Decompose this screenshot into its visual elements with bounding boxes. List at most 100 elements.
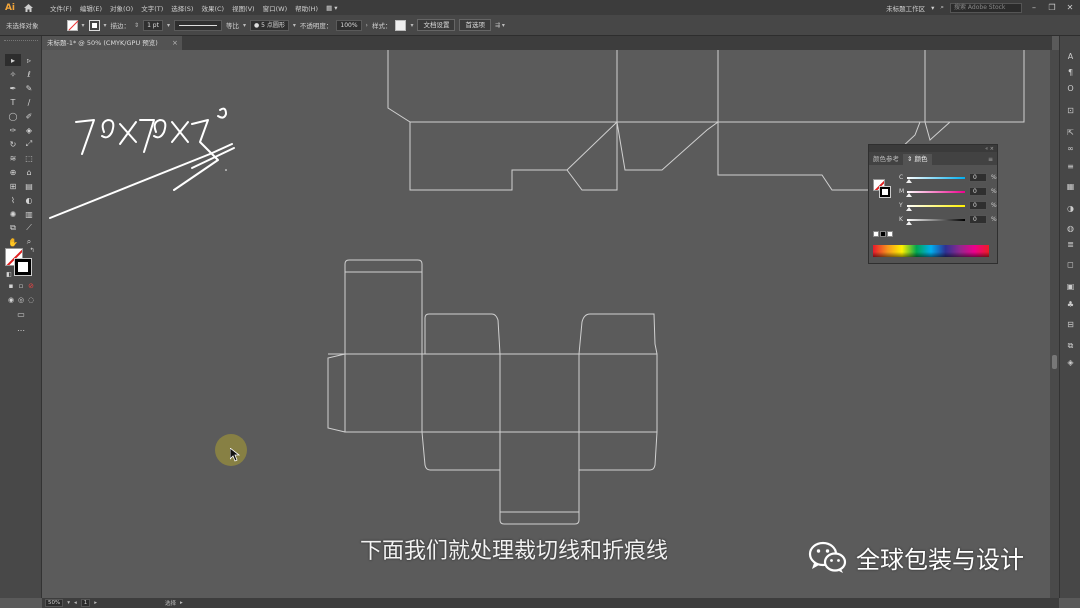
- selection-tool-icon[interactable]: ▸: [5, 54, 21, 66]
- opacity-input[interactable]: 100%: [336, 19, 362, 31]
- opentype-icon[interactable]: O: [1063, 82, 1078, 94]
- menu-effect[interactable]: 效果(C): [197, 3, 228, 13]
- channel-knob[interactable]: [906, 193, 912, 197]
- channel-track[interactable]: [907, 205, 965, 207]
- zoom-select[interactable]: 50%: [45, 599, 64, 607]
- paragraph-icon[interactable]: ¶: [1063, 66, 1078, 78]
- panel-header[interactable]: « ×: [869, 145, 997, 152]
- rotate-icon[interactable]: ↻: [5, 138, 21, 150]
- slider-magenta[interactable]: M 0 %: [899, 187, 997, 197]
- preferences-button[interactable]: 首选项: [459, 19, 491, 31]
- tab-color-guide[interactable]: 颜色参考: [869, 154, 903, 165]
- fill-swatch[interactable]: [66, 19, 78, 31]
- layers-icon[interactable]: ◈: [1063, 356, 1078, 368]
- warp-icon[interactable]: ≋: [5, 152, 21, 164]
- pen-tool-icon[interactable]: ✒: [5, 82, 21, 94]
- curvature-icon[interactable]: ✎: [21, 82, 37, 94]
- symbol-sprayer-icon[interactable]: ✺: [5, 208, 21, 220]
- stroke-swatch[interactable]: [88, 19, 100, 31]
- chevron-down-icon[interactable]: ▾: [243, 22, 246, 29]
- collapse-icon[interactable]: «: [985, 146, 988, 152]
- menu-edit[interactable]: 编辑(E): [76, 3, 106, 13]
- type-tool-icon[interactable]: T: [5, 96, 21, 108]
- channel-knob[interactable]: [906, 179, 912, 183]
- restore-icon[interactable]: ❐: [1046, 3, 1058, 12]
- menu-type[interactable]: 文字(T): [137, 3, 167, 13]
- character-icon[interactable]: A: [1063, 50, 1078, 62]
- chevron-right-icon[interactable]: ›: [366, 22, 368, 29]
- artboard-icon[interactable]: ⧉: [5, 222, 21, 234]
- free-transform-icon[interactable]: ⬚: [21, 152, 37, 164]
- channel-value-input[interactable]: 0: [969, 173, 987, 182]
- stroke-panel-icon[interactable]: ≣: [1063, 238, 1078, 250]
- scale-icon[interactable]: ⤢: [21, 138, 37, 150]
- color-spectrum[interactable]: [873, 245, 989, 257]
- direct-selection-tool-icon[interactable]: ▹: [21, 54, 37, 66]
- black-swatch[interactable]: [880, 231, 886, 237]
- slider-cyan[interactable]: C 0 %: [899, 173, 997, 183]
- channel-value-input[interactable]: 0: [969, 201, 987, 210]
- shape-builder-icon[interactable]: ⊕: [5, 166, 21, 178]
- slice-icon[interactable]: ⟋: [21, 222, 37, 234]
- screen-mode-icon[interactable]: ▭: [13, 308, 29, 320]
- style-swatch[interactable]: [395, 19, 407, 31]
- document-setup-button[interactable]: 文档设置: [417, 19, 456, 31]
- ellipse-tool-icon[interactable]: ◯: [5, 110, 21, 122]
- mesh-icon[interactable]: ⊞: [5, 180, 21, 192]
- perspective-icon[interactable]: ⌂: [21, 166, 37, 178]
- arrange-icon[interactable]: ⇶ ▾: [495, 22, 505, 29]
- menu-help[interactable]: 帮助(H): [291, 3, 322, 13]
- scrollbar-thumb[interactable]: [1052, 355, 1057, 369]
- menu-object[interactable]: 对象(O): [106, 3, 137, 13]
- gradient-icon[interactable]: ▤: [21, 180, 37, 192]
- transparency-icon[interactable]: ◻: [1063, 258, 1078, 270]
- slider-yellow[interactable]: Y 0 %: [899, 201, 997, 211]
- magic-wand-icon[interactable]: ✧: [5, 68, 21, 80]
- menu-select[interactable]: 选择(S): [167, 3, 197, 13]
- brushes-icon[interactable]: ≡: [1063, 160, 1078, 172]
- chevron-down-icon[interactable]: ▾: [67, 600, 70, 606]
- home-icon[interactable]: [20, 0, 36, 15]
- graph-icon[interactable]: ▥: [21, 208, 37, 220]
- stroke-weight-input[interactable]: 1 pt: [143, 19, 163, 31]
- channel-track[interactable]: [907, 219, 965, 221]
- more-tools-icon[interactable]: ⋯: [13, 324, 29, 336]
- artboard-select[interactable]: 1: [80, 599, 91, 607]
- none-swatch[interactable]: [873, 231, 879, 237]
- appearance-icon[interactable]: ▣: [1063, 280, 1078, 292]
- next-artboard-icon[interactable]: ▸: [94, 600, 97, 606]
- chevron-down-icon[interactable]: ▾: [104, 22, 107, 29]
- symbols-icon[interactable]: ♣: [1063, 298, 1078, 310]
- chevron-down-icon[interactable]: ▾: [293, 22, 296, 29]
- export-icon[interactable]: ⇱: [1063, 126, 1078, 138]
- close-icon[interactable]: ✕: [1064, 3, 1076, 12]
- artboard-canvas[interactable]: [42, 50, 1050, 598]
- channel-knob[interactable]: [906, 207, 912, 211]
- prev-artboard-icon[interactable]: ◂: [74, 600, 77, 606]
- eyedropper-icon[interactable]: ⌇: [5, 194, 21, 206]
- stepper-icon[interactable]: ⇕: [134, 22, 139, 29]
- chevron-down-icon[interactable]: ▾: [82, 22, 85, 29]
- line-tool-icon[interactable]: ∕: [21, 96, 37, 108]
- channel-value-input[interactable]: 0: [969, 187, 987, 196]
- stock-search-input[interactable]: 搜索 Adobe Stock: [950, 2, 1022, 13]
- default-colors-icon[interactable]: ◧: [1, 268, 17, 280]
- none-mode-icon[interactable]: ⊘: [23, 280, 39, 292]
- blend-icon[interactable]: ◐: [21, 194, 37, 206]
- brush-select[interactable]: ● 5 点圆形: [249, 19, 289, 31]
- hand-icon[interactable]: ✋: [5, 236, 21, 248]
- close-icon[interactable]: ×: [990, 146, 994, 152]
- menu-file[interactable]: 文件(F): [46, 3, 76, 13]
- eraser-icon[interactable]: ◈: [21, 124, 37, 136]
- workspace-switcher[interactable]: 未标题工作区: [886, 3, 925, 13]
- tab-color[interactable]: ⇕ 颜色: [903, 154, 932, 165]
- chevron-down-icon[interactable]: ▾: [410, 22, 413, 29]
- swap-fill-stroke-icon[interactable]: ↰: [24, 244, 40, 256]
- channel-track[interactable]: [907, 177, 965, 179]
- close-icon[interactable]: ×: [172, 36, 178, 50]
- chevron-down-icon[interactable]: ▾: [167, 22, 170, 29]
- draw-inside-icon[interactable]: ◌: [23, 294, 39, 306]
- white-swatch[interactable]: [887, 231, 893, 237]
- paintbrush-icon[interactable]: ✐: [21, 110, 37, 122]
- properties-icon[interactable]: ⊡: [1063, 104, 1078, 116]
